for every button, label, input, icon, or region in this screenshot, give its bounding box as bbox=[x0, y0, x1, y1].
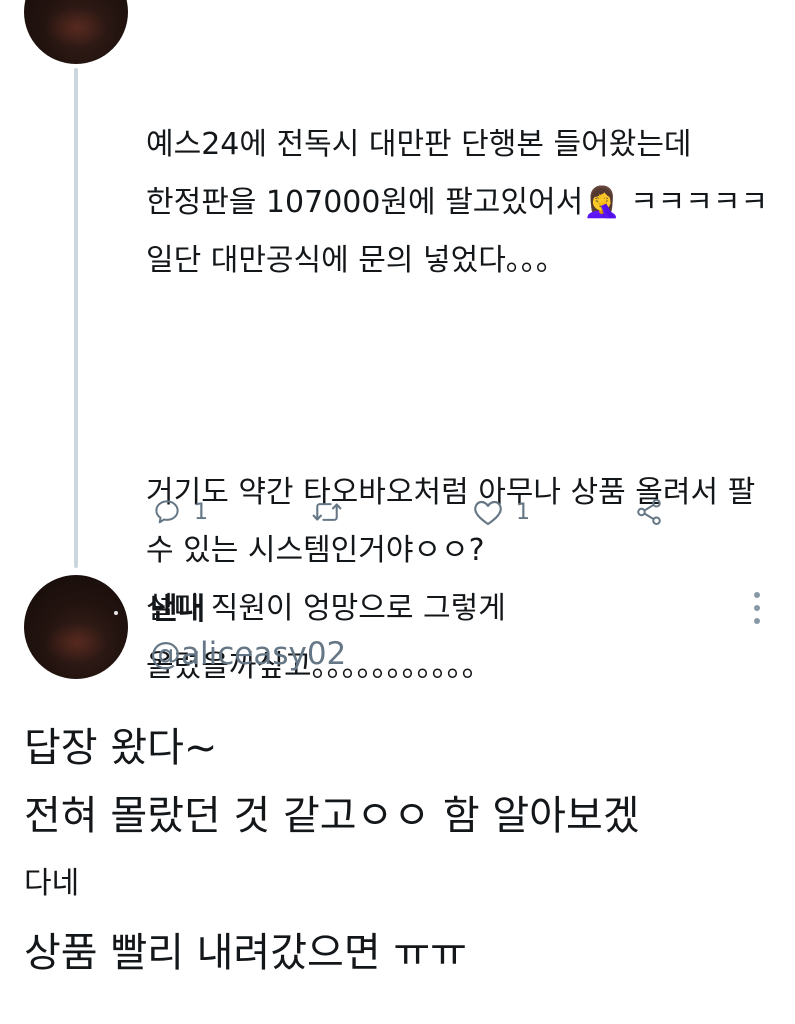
reply-text-line: 다네 bbox=[24, 866, 80, 901]
reply-text-line: 상품 빨리 내려갔으면 ㅠㅠ bbox=[24, 930, 467, 976]
author-handle[interactable]: @aliceasy02 bbox=[150, 636, 346, 672]
reply-count: 1 bbox=[194, 499, 208, 525]
tweet-action-bar: 1 1 bbox=[146, 490, 706, 534]
heart-icon bbox=[474, 500, 502, 526]
like-button[interactable]: 1 bbox=[472, 490, 530, 534]
reply-tweet-text: 답장 왔다~ 전혀 몰랐던 것 같고ㅇㅇ 함 알아보겠 다네 상품 빨리 내려갔… bbox=[24, 715, 784, 989]
more-vertical-icon[interactable] bbox=[750, 590, 764, 626]
retweet-icon bbox=[312, 503, 342, 521]
tweet-paragraph-1: 예스24에 전독시 대만판 단행본 들어왔는데 한정판을 107000원에 팔고… bbox=[146, 127, 778, 278]
reply-text-line: 답장 왔다~ bbox=[24, 725, 218, 771]
reply-button[interactable]: 1 bbox=[152, 490, 208, 534]
author-display-name[interactable]: 낸내 bbox=[150, 584, 205, 628]
reply-text-line: 전혀 몰랐던 것 같고ㅇㅇ 함 알아보겠 bbox=[24, 793, 640, 839]
thread-connector-line bbox=[74, 68, 78, 568]
retweet-button[interactable] bbox=[310, 490, 356, 534]
share-icon bbox=[637, 499, 661, 525]
share-button[interactable] bbox=[634, 490, 664, 534]
avatar[interactable] bbox=[24, 0, 128, 64]
reply-author-avatar[interactable] bbox=[24, 575, 128, 679]
like-count: 1 bbox=[516, 499, 530, 525]
reply-icon bbox=[155, 500, 179, 524]
avatar-sparkle bbox=[114, 611, 118, 615]
